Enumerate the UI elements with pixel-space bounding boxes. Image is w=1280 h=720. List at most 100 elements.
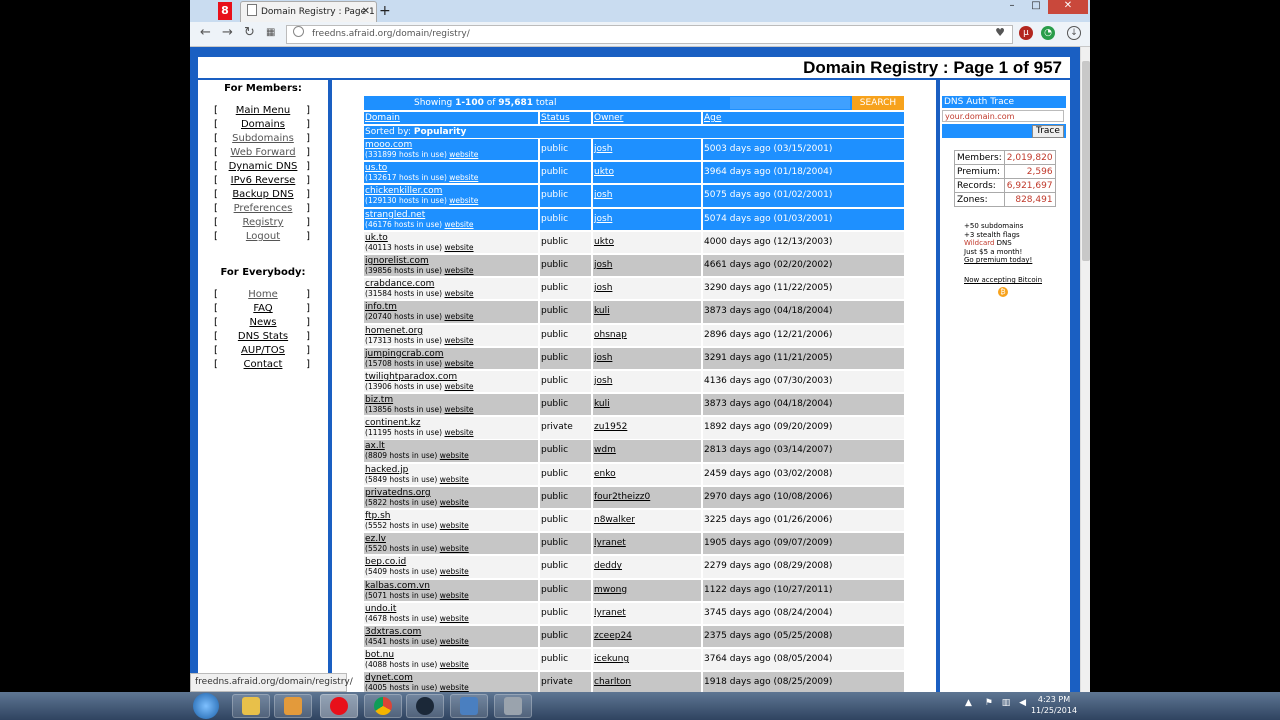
owner-link[interactable]: lyranet <box>594 538 626 548</box>
start-button[interactable] <box>193 693 219 719</box>
close-window-icon[interactable]: ✕ <box>1048 0 1088 14</box>
heart-icon[interactable]: ♥ <box>993 26 1007 40</box>
website-link[interactable]: website <box>449 173 478 182</box>
taskbar-chrome[interactable] <box>364 694 402 718</box>
nav-link-dns-stats[interactable]: DNS Stats <box>238 331 288 342</box>
tray-volume-icon[interactable]: ◀ <box>1019 698 1026 708</box>
website-link[interactable]: website <box>444 312 473 321</box>
owner-link[interactable]: wdm <box>594 445 616 455</box>
opera-menu-icon[interactable]: 8 <box>218 2 232 20</box>
go-premium-link[interactable]: Go premium today! <box>964 256 1032 264</box>
trace-button[interactable]: Trace <box>1032 125 1064 138</box>
owner-link[interactable]: josh <box>594 260 612 270</box>
domain-link[interactable]: twilightparadox.com <box>365 372 457 382</box>
vertical-scrollbar[interactable] <box>1080 47 1090 692</box>
taskbar-network-app[interactable] <box>450 694 488 718</box>
forward-icon[interactable]: → <box>222 26 233 40</box>
domain-link[interactable]: mooo.com <box>365 140 412 150</box>
nav-link-subdomains[interactable]: Subdomains <box>232 133 294 144</box>
domain-link[interactable]: undo.it <box>365 604 396 614</box>
nav-link-contact[interactable]: Contact <box>244 359 283 370</box>
ublock-icon[interactable]: µ <box>1019 26 1033 40</box>
owner-link[interactable]: lyranet <box>594 608 626 618</box>
domain-link[interactable]: kalbas.com.vn <box>365 581 430 591</box>
domain-link[interactable]: hacked.jp <box>365 465 408 475</box>
taskbar-recorder[interactable] <box>494 694 532 718</box>
scrollbar-thumb[interactable] <box>1082 61 1090 261</box>
website-link[interactable]: website <box>440 567 469 576</box>
domain-link[interactable]: bep.co.id <box>365 557 406 567</box>
owner-link[interactable]: josh <box>594 214 612 224</box>
minimize-icon[interactable]: – <box>1000 0 1024 14</box>
extension-icon[interactable]: ◔ <box>1041 26 1055 40</box>
nav-link-backup-dns[interactable]: Backup DNS <box>232 189 293 200</box>
taskbar-explorer[interactable] <box>232 694 270 718</box>
domain-link[interactable]: crabdance.com <box>365 279 434 289</box>
owner-link[interactable]: ohsnap <box>594 330 627 340</box>
website-link[interactable]: website <box>444 382 473 391</box>
taskbar-steam[interactable] <box>406 694 444 718</box>
nav-link-registry[interactable]: Registry <box>243 217 284 228</box>
search-input[interactable] <box>730 97 850 109</box>
website-link[interactable]: website <box>440 521 469 530</box>
owner-link[interactable]: zceep24 <box>594 631 632 641</box>
website-link[interactable]: website <box>440 591 469 600</box>
column-domain[interactable]: Domain <box>364 112 538 124</box>
domain-link[interactable]: biz.tm <box>365 395 393 405</box>
nav-link-news[interactable]: News <box>249 317 276 328</box>
website-link[interactable]: website <box>440 451 469 460</box>
website-link[interactable]: website <box>440 475 469 484</box>
nav-link-web-forward[interactable]: Web Forward <box>230 147 295 158</box>
website-link[interactable]: website <box>440 637 469 646</box>
nav-link-dynamic-dns[interactable]: Dynamic DNS <box>229 161 298 172</box>
address-bar[interactable]: freedns.afraid.org/domain/registry/ <box>286 25 1013 44</box>
website-link[interactable]: website <box>444 336 473 345</box>
back-icon[interactable]: ← <box>200 26 211 40</box>
owner-link[interactable]: josh <box>594 144 612 154</box>
owner-link[interactable]: josh <box>594 376 612 386</box>
owner-link[interactable]: four2theizz0 <box>594 492 650 502</box>
domain-link[interactable]: ax.lt <box>365 441 385 451</box>
website-link[interactable]: website <box>444 220 473 229</box>
domain-link[interactable]: ez.lv <box>365 534 386 544</box>
tab-domain-registry[interactable]: Domain Registry : Page 1 ✕ <box>240 1 377 23</box>
nav-link-faq[interactable]: FAQ <box>253 303 272 314</box>
website-link[interactable]: website <box>444 289 473 298</box>
tray-flag-icon[interactable]: ⚑ <box>985 698 993 708</box>
website-link[interactable]: website <box>444 243 473 252</box>
domain-link[interactable]: dynet.com <box>365 673 413 683</box>
domain-link[interactable]: privatedns.org <box>365 488 431 498</box>
owner-link[interactable]: mwong <box>594 585 627 595</box>
bitcoin-link[interactable]: Now accepting Bitcoin <box>964 276 1042 284</box>
owner-link[interactable]: deddy <box>594 561 622 571</box>
website-link[interactable]: website <box>440 498 469 507</box>
nav-link-ipv6-reverse[interactable]: IPv6 Reverse <box>231 175 296 186</box>
owner-link[interactable]: kuli <box>594 399 610 409</box>
domain-link[interactable]: continent.kz <box>365 418 420 428</box>
download-icon[interactable]: ↓ <box>1067 26 1081 40</box>
tab-close-icon[interactable]: ✕ <box>362 2 370 22</box>
owner-link[interactable]: n8walker <box>594 515 635 525</box>
tray-arrow-icon[interactable]: ▲ <box>965 698 972 708</box>
nav-link-aup-tos[interactable]: AUP/TOS <box>241 345 285 356</box>
domain-link[interactable]: strangled.net <box>365 210 425 220</box>
website-link[interactable]: website <box>449 196 478 205</box>
domain-link[interactable]: chickenkiller.com <box>365 186 442 196</box>
domain-link[interactable]: bot.nu <box>365 650 394 660</box>
website-link[interactable]: website <box>444 405 473 414</box>
domain-link[interactable]: us.to <box>365 163 387 173</box>
owner-link[interactable]: kuli <box>594 306 610 316</box>
website-link[interactable]: website <box>440 614 469 623</box>
owner-link[interactable]: enko <box>594 469 616 479</box>
domain-link[interactable]: jumpingcrab.com <box>365 349 444 359</box>
website-link[interactable]: website <box>444 266 473 275</box>
domain-link[interactable]: ignorelist.com <box>365 256 429 266</box>
website-link[interactable]: website <box>440 660 469 669</box>
owner-link[interactable]: zu1952 <box>594 422 627 432</box>
website-link[interactable]: website <box>444 428 473 437</box>
nav-link-logout[interactable]: Logout <box>246 231 280 242</box>
owner-link[interactable]: ukto <box>594 237 614 247</box>
owner-link[interactable]: josh <box>594 283 612 293</box>
nav-link-domains[interactable]: Domains <box>241 119 285 130</box>
taskbar-opera[interactable] <box>320 694 358 718</box>
